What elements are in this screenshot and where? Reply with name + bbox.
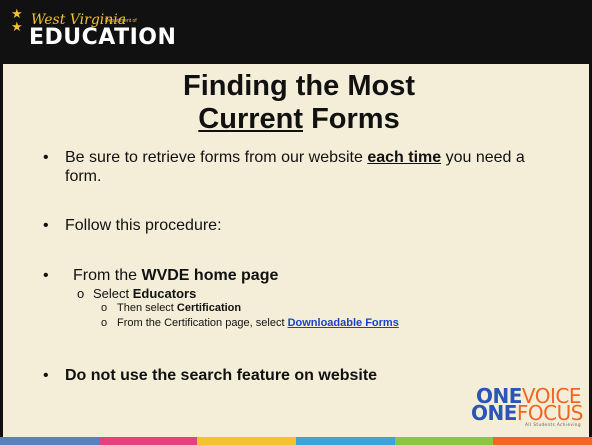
bullet-2-text: Follow this procedure: [65,217,222,234]
title-current-word: Current [198,103,304,135]
logo-agency: EDUCATION [29,25,177,50]
circle-bullet-icon: o [77,286,85,301]
sub-item-certification: o Then select Certification [101,302,241,315]
bullet-1-text: Be sure to retrieve forms from our websi… [65,149,368,166]
logo-dept-text: Department of [105,18,137,24]
sub-item-1-emphasis: Educators [132,286,197,301]
title-line-2: Current Forms [3,103,592,136]
bullet-3-text: From the [73,267,142,284]
sub-item-2-text: Then select [117,302,177,314]
stars-icon: ★ ★ [11,7,23,35]
bullet-3-emphasis: WVDE home page [141,267,279,284]
title-line-1: Finding the Most [183,70,415,102]
bullet-dot: • [43,149,49,166]
footer-color-strip [0,437,592,445]
bullet-dot: • [43,367,49,384]
one-voice-one-focus-logo: ONEVOICE ONEFOCUS All Students Achieving [471,386,583,432]
bullet-4-text: Do not use the search feature on website [65,367,378,384]
logo-one-2: ONE [471,401,517,425]
footer-segment [493,437,592,445]
slide: ★ ★ West Virginia Department of EDUCATION… [0,0,592,445]
footer-segment [197,437,297,445]
title-line-2-rest: Forms [303,103,400,135]
bullet-1-emphasis: each time [367,149,442,166]
footer-segment [394,437,494,445]
bullet-dot: • [43,217,49,234]
sub-item-educators: o Select Educators [77,286,196,301]
sub-item-1-text: Select [93,286,133,301]
sub-item-downloadable-forms: o From the Certification page, select Dow… [101,317,399,330]
sub-item-3-text: From the Certification page, select [117,317,288,329]
circle-bullet-icon: o [101,302,108,314]
slide-title: Finding the Most Current Forms [3,70,592,136]
downloadable-forms-link[interactable]: Downloadable Forms [288,317,399,329]
bullet-dot: • [43,267,49,284]
sub-item-2-emphasis: Certification [176,302,242,314]
footer-segment [98,437,198,445]
footer-segment [0,437,99,445]
wvde-logo: ★ ★ West Virginia Department of EDUCATION [11,6,176,56]
footer-segment [296,437,395,445]
circle-bullet-icon: o [101,317,108,329]
